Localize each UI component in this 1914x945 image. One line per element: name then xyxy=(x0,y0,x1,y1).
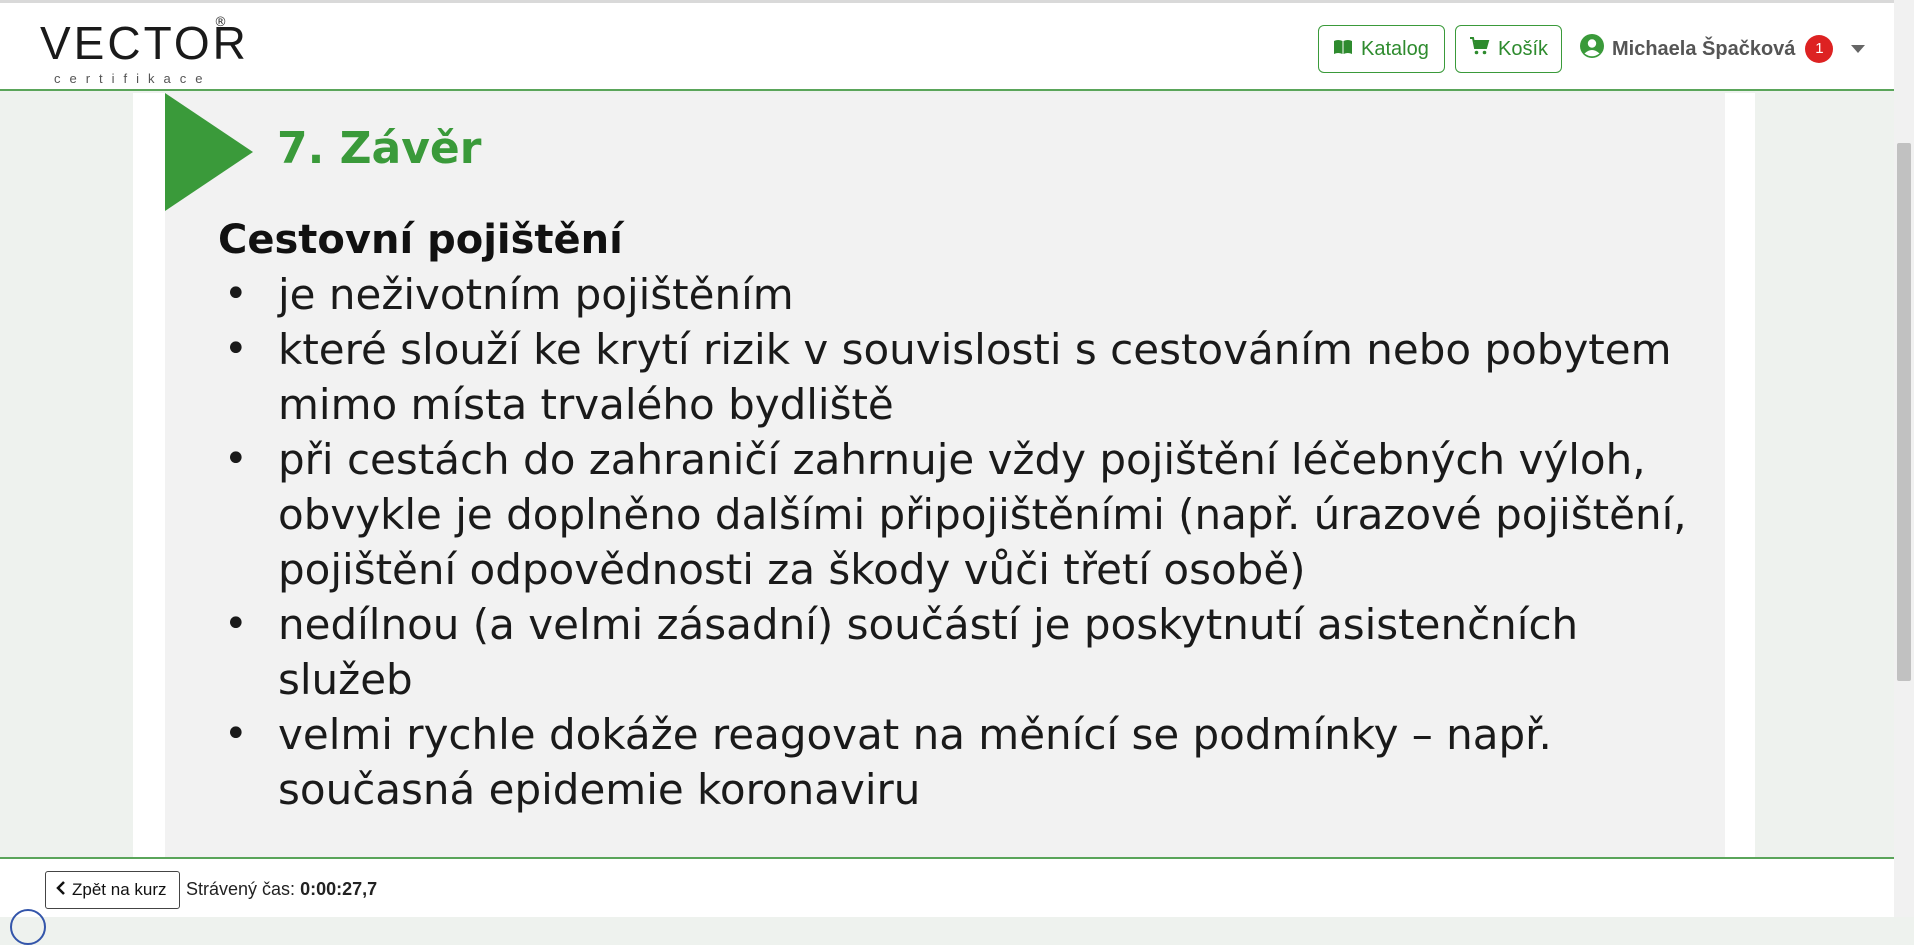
cart-icon xyxy=(1470,37,1490,61)
notification-badge: 1 xyxy=(1805,35,1834,63)
vector-logo[interactable]: VECTOR ® certifikace xyxy=(40,13,246,86)
list-item: je neživotním pojištěním xyxy=(218,267,1698,322)
list-item: při cestách do zahraničí zahrnuje vždy p… xyxy=(218,432,1698,597)
kosik-button[interactable]: Košík xyxy=(1455,25,1562,73)
slide-title: 7. Závěr xyxy=(277,123,482,174)
lesson-slide: 7. Závěr Cestovní pojištění je neživotní… xyxy=(165,93,1725,858)
page-scrollbar[interactable] xyxy=(1894,0,1914,917)
book-icon xyxy=(1333,38,1353,61)
katalog-label: Katalog xyxy=(1361,37,1429,60)
scrollbar-thumb[interactable] xyxy=(1897,143,1911,681)
play-triangle-icon xyxy=(165,93,253,211)
logo-subtitle: certifikace xyxy=(54,71,212,86)
list-item: které slouží ke krytí rizik v souvislost… xyxy=(218,322,1698,432)
user-name: Michaela Špačková xyxy=(1612,37,1796,60)
list-item: nedílnou (a velmi zásadní) součástí je p… xyxy=(218,597,1698,707)
list-item: velmi rychle dokáže reagovat na měnící s… xyxy=(218,707,1698,817)
corner-circle-icon xyxy=(10,909,46,945)
user-menu[interactable]: Michaela Špačková 1 xyxy=(1580,29,1866,69)
header: VECTOR ® certifikace Katalog Košík Micha… xyxy=(0,3,1894,91)
back-label: Zpět na kurz xyxy=(72,880,167,899)
back-to-course-button[interactable]: Zpět na kurz xyxy=(45,871,180,909)
elapsed-time: Strávený čas: 0:00:27,7 xyxy=(186,879,377,900)
time-value: 0:00:27,7 xyxy=(300,879,378,899)
time-label: Strávený čas: xyxy=(186,879,296,899)
user-circle-icon xyxy=(1580,34,1604,64)
chevron-down-icon[interactable] xyxy=(1851,45,1866,53)
footer-bar: Zpět na kurz Strávený čas: 0:00:27,7 xyxy=(0,857,1894,945)
kosik-label: Košík xyxy=(1498,37,1549,60)
logo-registered-mark: ® xyxy=(214,15,227,30)
slide-heading: Cestovní pojištění xyxy=(218,217,623,263)
chevron-left-icon xyxy=(56,880,66,900)
bullet-list: je neživotním pojištěním které slouží ke… xyxy=(218,267,1698,817)
katalog-button[interactable]: Katalog xyxy=(1318,25,1445,73)
